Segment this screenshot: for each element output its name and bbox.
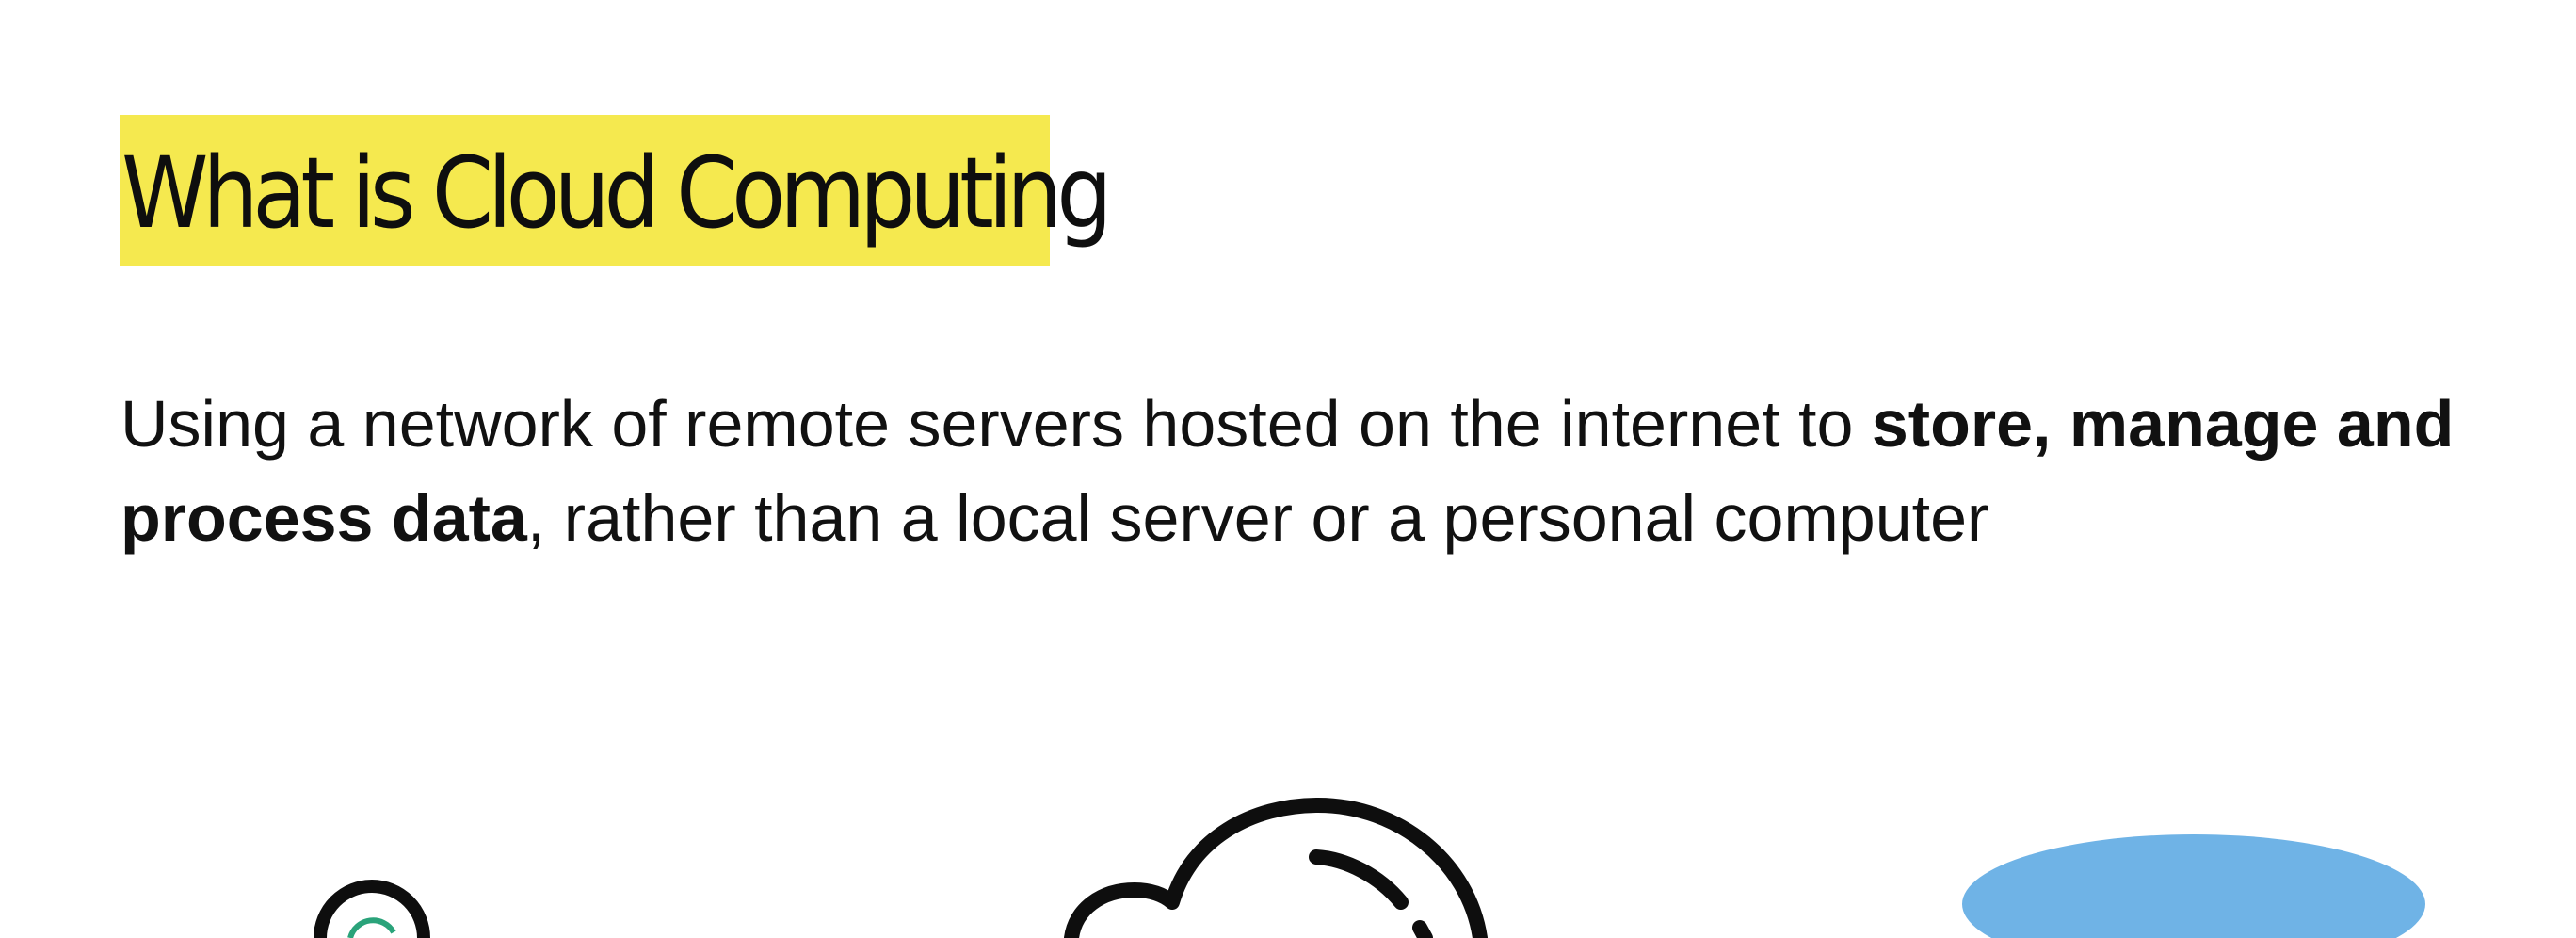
- slide: What is Cloud Computing Using a network …: [0, 0, 2576, 938]
- person-icon: [314, 880, 430, 938]
- cloud-icon: [1064, 798, 1488, 938]
- illustrations: [314, 798, 2425, 938]
- database-icon: [1962, 834, 2425, 938]
